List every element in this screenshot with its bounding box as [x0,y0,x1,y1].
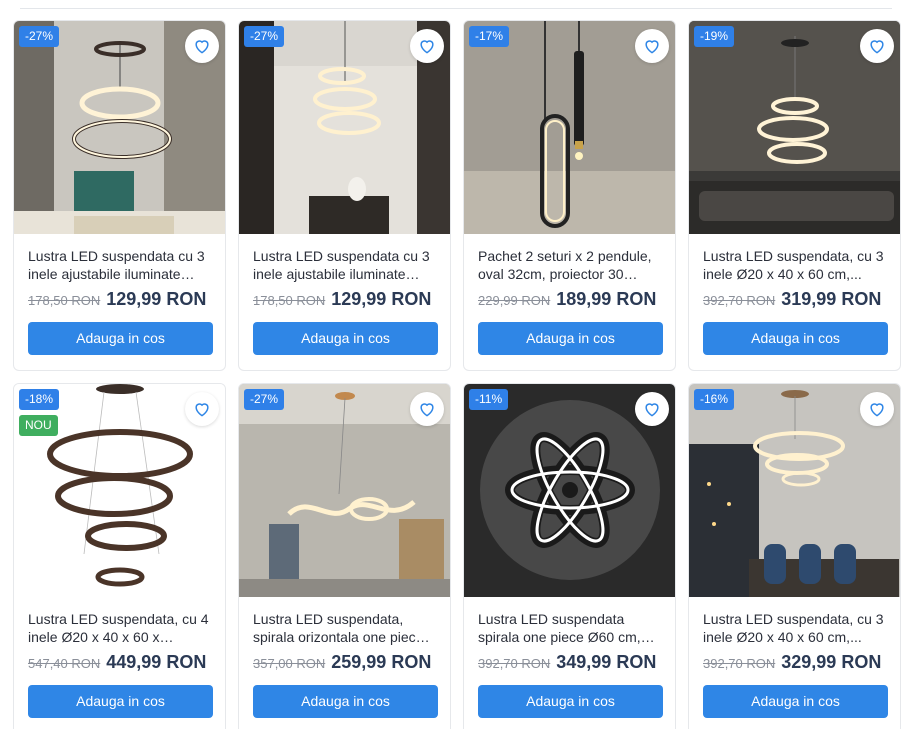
product-title[interactable]: Lustra LED suspendata, cu 3 inele Ø20 x … [703,610,886,646]
product-title[interactable]: Lustra LED suspendata, cu 3 inele Ø20 x … [703,247,886,283]
heart-outline-icon [645,403,659,417]
discount-badge: -19% [694,26,735,47]
heart-outline-icon [420,40,434,54]
discount-badge: -16% [694,389,735,410]
old-price: 547,40 RON [28,656,101,671]
product-card[interactable]: -11% Lustra LED suspendata spirala one p… [463,383,676,729]
add-to-cart-button[interactable]: Adauga in cos [28,685,213,718]
new-badge: NOU [19,415,58,436]
discount-badge: -27% [244,389,285,410]
add-to-cart-button[interactable]: Adauga in cos [478,685,663,718]
add-to-cart-button[interactable]: Adauga in cos [703,322,888,355]
old-price: 392,70 RON [703,293,776,308]
favorite-button[interactable] [185,29,219,63]
discount-badge: -11% [469,389,509,410]
price-row: 392,70 RON 329,99 RON [703,652,886,673]
favorite-button[interactable] [410,29,444,63]
price-row: 392,70 RON 349,99 RON [478,652,661,673]
favorite-button[interactable] [635,392,669,426]
old-price: 357,00 RON [253,656,326,671]
price-row: 357,00 RON 259,99 RON [253,652,436,673]
product-card[interactable]: -17% Pachet 2 seturi x 2 pendule, oval 3… [463,20,676,371]
old-price: 229,99 RON [478,293,551,308]
price-row: 178,50 RON 129,99 RON [253,289,436,310]
product-image[interactable]: -17% [464,21,675,234]
product-card[interactable]: -27% Lustra LED suspendata cu 3 inele aj… [13,20,226,371]
product-card[interactable]: -19% Lustra LED suspendata, cu 3 inele Ø… [688,20,901,371]
heart-outline-icon [645,40,659,54]
add-to-cart-button[interactable]: Adauga in cos [28,322,213,355]
heart-outline-icon [870,40,884,54]
add-to-cart-button[interactable]: Adauga in cos [253,322,438,355]
product-card[interactable]: -16% Lustra LED suspendata, cu 3 inele Ø… [688,383,901,729]
product-title[interactable]: Pachet 2 seturi x 2 pendule, oval 32cm, … [478,247,661,283]
product-title[interactable]: Lustra LED suspendata cu 3 inele ajustab… [28,247,211,283]
product-image[interactable]: -19% [689,21,900,234]
discount-badge: -27% [19,26,60,47]
product-card[interactable]: -27% Lustra LED suspendata, spirala oriz… [238,383,451,729]
price-row: 392,70 RON 319,99 RON [703,289,886,310]
heart-outline-icon [420,403,434,417]
current-price: 129,99 RON [106,289,207,309]
heart-outline-icon [195,40,209,54]
heart-outline-icon [870,403,884,417]
favorite-button[interactable] [860,29,894,63]
old-price: 392,70 RON [478,656,551,671]
current-price: 189,99 RON [556,289,657,309]
product-title[interactable]: Lustra LED suspendata cu 3 inele ajustab… [253,247,436,283]
product-card[interactable]: -18% NOU Lustra LED suspendata, cu 4 ine… [13,383,226,729]
price-row: 178,50 RON 129,99 RON [28,289,211,310]
product-image[interactable]: -11% [464,384,675,597]
old-price: 392,70 RON [703,656,776,671]
top-divider [20,8,892,9]
current-price: 259,99 RON [331,652,432,672]
product-title[interactable]: Lustra LED suspendata, cu 4 inele Ø20 x … [28,610,211,646]
add-to-cart-button[interactable]: Adauga in cos [703,685,888,718]
discount-badge: -18% [19,389,60,410]
product-title[interactable]: Lustra LED suspendata, spirala orizontal… [253,610,436,646]
favorite-button[interactable] [635,29,669,63]
favorite-button[interactable] [410,392,444,426]
heart-outline-icon [195,403,209,417]
old-price: 178,50 RON [28,293,101,308]
product-image[interactable]: -16% [689,384,900,597]
current-price: 349,99 RON [556,652,657,672]
add-to-cart-button[interactable]: Adauga in cos [253,685,438,718]
favorite-button[interactable] [860,392,894,426]
product-image[interactable]: -27% [239,384,450,597]
product-grid: -27% Lustra LED suspendata cu 3 inele aj… [13,20,901,729]
current-price: 319,99 RON [781,289,882,309]
discount-badge: -27% [244,26,285,47]
product-image[interactable]: -18% NOU [14,384,225,597]
product-image[interactable]: -27% [14,21,225,234]
current-price: 329,99 RON [781,652,882,672]
discount-badge: -17% [469,26,510,47]
current-price: 129,99 RON [331,289,432,309]
old-price: 178,50 RON [253,293,326,308]
price-row: 229,99 RON 189,99 RON [478,289,661,310]
favorite-button[interactable] [185,392,219,426]
product-image[interactable]: -27% [239,21,450,234]
product-title[interactable]: Lustra LED suspendata spirala one piece … [478,610,661,646]
product-card[interactable]: -27% Lustra LED suspendata cu 3 inele aj… [238,20,451,371]
add-to-cart-button[interactable]: Adauga in cos [478,322,663,355]
price-row: 547,40 RON 449,99 RON [28,652,211,673]
current-price: 449,99 RON [106,652,207,672]
